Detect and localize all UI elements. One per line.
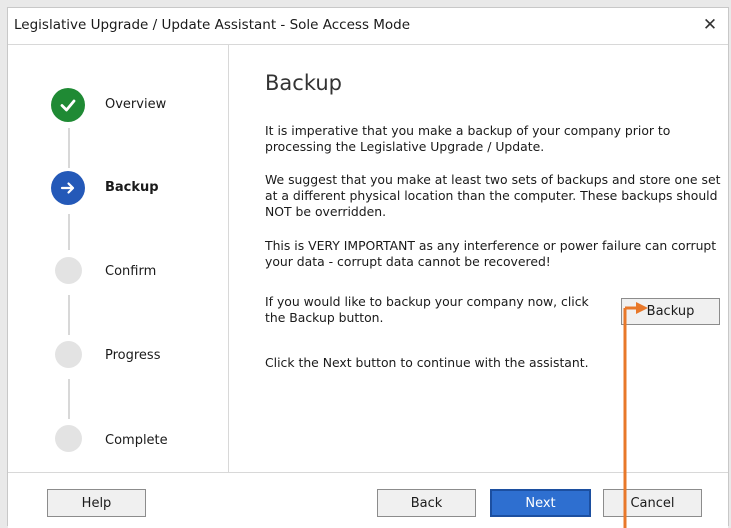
step-connector [68,128,70,168]
step-overview-label: Overview [105,97,167,112]
step-confirm-circle [55,257,82,284]
step-connector [68,295,70,335]
back-button[interactable]: Back [377,489,476,517]
title-bar: Legislative Upgrade / Update Assistant -… [8,8,728,45]
close-icon[interactable]: ✕ [700,15,720,35]
step-progress-circle [55,341,82,368]
step-backup-label: Backup [105,180,159,195]
button-bar: Help Back Next Cancel [8,472,728,528]
content-panel: Backup It is imperative that you make a … [229,45,727,472]
backup-intro-text: It is imperative that you make a backup … [265,123,671,154]
assistant-dialog: Legislative Upgrade / Update Assistant -… [7,7,729,528]
step-connector [68,214,70,250]
arrow-right-icon [51,171,85,205]
cancel-button[interactable]: Cancel [603,489,702,517]
step-complete-circle [55,425,82,452]
step-progress-label: Progress [105,348,161,363]
next-instruction-text: Click the Next button to continue with t… [265,355,589,370]
backup-now-text: If you would like to backup your company… [265,294,589,325]
backup-warning-text: This is VERY IMPORTANT as any interferen… [265,238,717,269]
help-button[interactable]: Help [47,489,146,517]
page-title: Backup [265,71,342,95]
backup-button[interactable]: Backup [621,298,720,325]
backup-suggestion-text: We suggest that you make at least two se… [265,172,721,219]
step-connector [68,379,70,419]
next-button[interactable]: Next [490,489,591,517]
step-confirm-label: Confirm [105,264,157,279]
steps-panel: Overview Backup Confirm Progress Complet… [8,45,229,472]
window-title: Legislative Upgrade / Update Assistant -… [14,17,411,33]
step-complete-label: Complete [105,433,168,448]
check-icon [51,88,85,122]
